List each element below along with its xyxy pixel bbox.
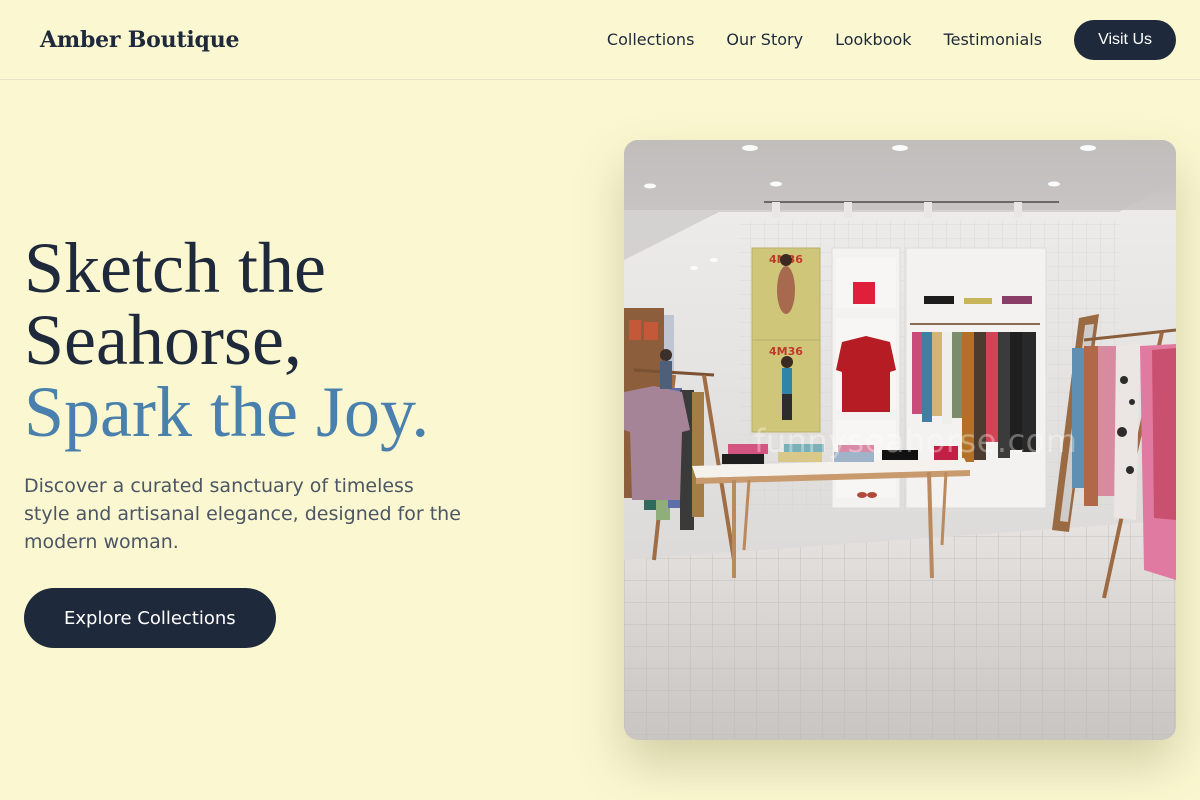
headline-line-2: Seahorse, [24,300,302,380]
nav-link-lookbook[interactable]: Lookbook [835,30,911,49]
headline-line-1: Sketch the [24,228,326,308]
store-illustration: 4M36 4M36 [624,140,1176,740]
visit-us-button[interactable]: Visit Us [1074,19,1176,60]
hero-headline: Sketch the Seahorse, Spark the Joy. [24,232,464,448]
nav-link-testimonials[interactable]: Testimonials [944,30,1043,49]
hero-text: Sketch the Seahorse, Spark the Joy. Disc… [24,232,464,556]
headline-accent: Spark the Joy. [24,372,430,452]
boutique-interior-photo: 4M36 4M36 [624,140,1176,740]
watermark-text: funnyseahorse.com [754,422,1077,460]
explore-collections-button[interactable]: Explore Collections [24,588,276,648]
poster-label-bottom: 4M36 [769,345,803,358]
nav-link-our-story[interactable]: Our Story [726,30,803,49]
nav-links: Collections Our Story Lookbook Testimoni… [607,19,1176,60]
nav-link-collections[interactable]: Collections [607,30,694,49]
brand-logo[interactable]: Amber Boutique [40,27,240,53]
top-navigation: Amber Boutique Collections Our Story Loo… [0,0,1200,80]
hero-subtext: Discover a curated sanctuary of timeless… [24,475,461,553]
